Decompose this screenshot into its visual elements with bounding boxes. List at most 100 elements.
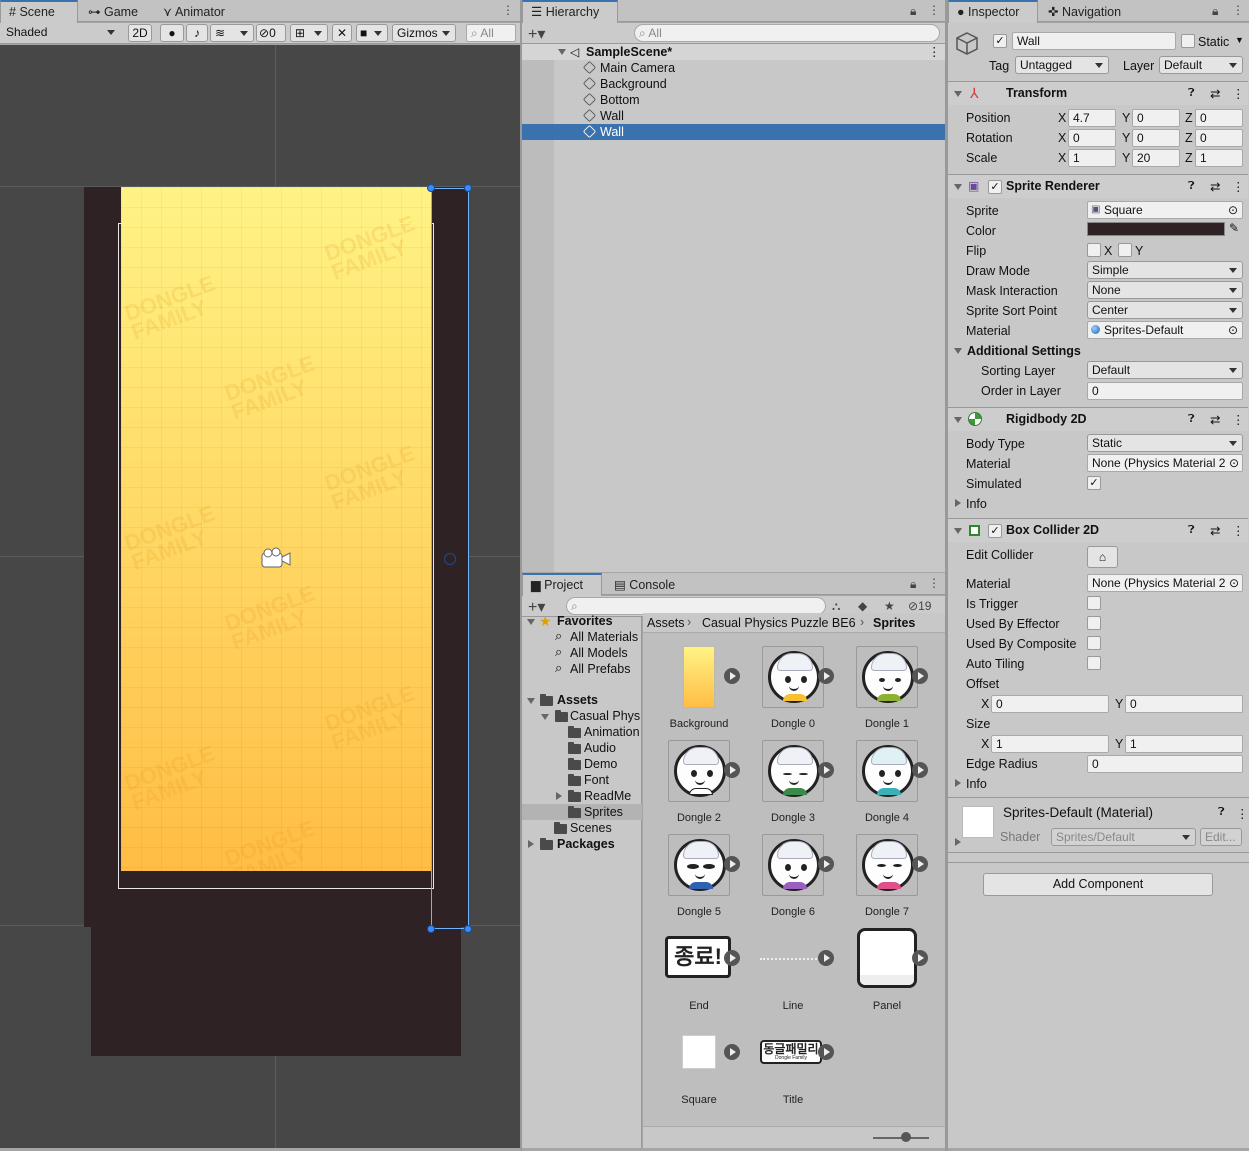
favorite-item[interactable]: All Prefabs bbox=[570, 662, 630, 676]
help-icon[interactable]: ❓︎ bbox=[1188, 524, 1195, 537]
used-by-effector-checkbox[interactable] bbox=[1087, 616, 1101, 630]
tree-folder[interactable]: Demo bbox=[584, 757, 617, 771]
rb-info-foldout[interactable]: Info bbox=[966, 497, 987, 511]
play-icon[interactable] bbox=[724, 762, 740, 778]
more-menu-icon[interactable]: ⋮ bbox=[928, 3, 940, 17]
gizmos-dropdown[interactable]: Gizmos bbox=[392, 24, 456, 42]
asset-line[interactable]: Line bbox=[746, 926, 840, 1018]
play-icon[interactable] bbox=[818, 762, 834, 778]
hidden-packages-toggle[interactable]: ⊘19 bbox=[908, 599, 931, 613]
scale-y-input[interactable]: 20 bbox=[1132, 149, 1180, 167]
play-icon[interactable] bbox=[818, 950, 834, 966]
rotation-x-input[interactable]: 0 bbox=[1068, 129, 1116, 147]
tab-scene[interactable]: # Scene bbox=[0, 0, 78, 23]
left-wall-sprite[interactable] bbox=[84, 187, 121, 927]
asset-panel[interactable]: Panel bbox=[840, 926, 934, 1018]
sort-point-dropdown[interactable]: Center bbox=[1087, 301, 1243, 319]
shader-edit-button[interactable]: Edit... bbox=[1200, 828, 1242, 846]
collapsed-arrow-icon[interactable] bbox=[955, 838, 961, 846]
sprite-renderer-header[interactable]: ▣ ✓ Sprite Renderer ❓︎ ⇄ ⋮ bbox=[948, 174, 1248, 198]
size-x-input[interactable]: 1 bbox=[991, 735, 1109, 753]
shader-dropdown[interactable]: Sprites/Default bbox=[1051, 828, 1196, 846]
collapsed-arrow-icon[interactable] bbox=[955, 779, 961, 787]
play-icon[interactable] bbox=[912, 950, 928, 966]
lighting-toggle-icon[interactable]: ● bbox=[160, 24, 184, 42]
asset-dongle-1[interactable]: Dongle 1 bbox=[840, 644, 934, 736]
hierarchy-item-background[interactable]: Background bbox=[522, 76, 945, 92]
asset-background[interactable]: Background bbox=[652, 644, 746, 736]
search-by-type-icon[interactable]: ⛬ bbox=[832, 599, 840, 614]
asset-dongle-0[interactable]: Dongle 0 bbox=[746, 644, 840, 736]
box-collider-enabled-checkbox[interactable]: ✓ bbox=[988, 524, 1002, 538]
more-menu-icon[interactable]: ⋮ bbox=[928, 44, 941, 60]
more-menu-icon[interactable]: ⋮ bbox=[1236, 806, 1249, 821]
auto-tiling-checkbox[interactable] bbox=[1087, 656, 1101, 670]
scene-view[interactable]: DONGLE FAMILY DONGLE FAMILY DONGLE FAMIL… bbox=[0, 45, 520, 1148]
lock-icon[interactable]: 🔒︎ bbox=[910, 577, 916, 592]
2d-toggle-button[interactable]: 2D bbox=[128, 24, 152, 42]
is-trigger-checkbox[interactable] bbox=[1087, 596, 1101, 610]
object-name-input[interactable]: Wall bbox=[1012, 32, 1176, 50]
favorite-item[interactable]: All Models bbox=[570, 646, 628, 660]
play-icon[interactable] bbox=[818, 668, 834, 684]
pivot-handle[interactable] bbox=[444, 553, 456, 565]
material-object-field[interactable]: Sprites-Default ⊙ bbox=[1087, 321, 1243, 339]
edit-collider-button[interactable]: ⌂ bbox=[1087, 546, 1118, 568]
tree-folder[interactable]: Audio bbox=[584, 741, 616, 755]
eyedropper-icon[interactable]: ✎ bbox=[1229, 221, 1239, 235]
scene-search-input[interactable]: ⌕ All bbox=[466, 24, 516, 42]
expand-arrow-icon[interactable] bbox=[558, 49, 566, 55]
play-icon[interactable] bbox=[724, 1044, 740, 1060]
scale-x-input[interactable]: 1 bbox=[1068, 149, 1116, 167]
rect-handle[interactable] bbox=[427, 925, 435, 933]
grid-snap-dropdown-icon[interactable]: ⊞ bbox=[290, 24, 328, 42]
tree-folder[interactable]: Font bbox=[584, 773, 609, 787]
zoom-slider-thumb[interactable] bbox=[901, 1132, 911, 1142]
tree-folder[interactable]: Casual Phys bbox=[570, 709, 640, 723]
play-icon[interactable] bbox=[912, 762, 928, 778]
tree-folder[interactable]: ReadMe bbox=[584, 789, 631, 803]
more-menu-icon[interactable]: ⋮ bbox=[928, 576, 940, 590]
order-in-layer-input[interactable]: 0 bbox=[1087, 382, 1243, 400]
mask-interaction-dropdown[interactable]: None bbox=[1087, 281, 1243, 299]
play-icon[interactable] bbox=[724, 950, 740, 966]
expand-arrow-icon[interactable] bbox=[541, 714, 549, 720]
breadcrumb-item[interactable]: Casual Physics Puzzle BE6 bbox=[702, 616, 856, 630]
tab-project[interactable]: ▆ Project bbox=[522, 573, 602, 596]
object-picker-icon[interactable]: ⊙ bbox=[1228, 202, 1238, 218]
hierarchy-item-wall[interactable]: Wall bbox=[522, 108, 945, 124]
offset-x-input[interactable]: 0 bbox=[991, 695, 1109, 713]
more-menu-icon[interactable]: ⋮ bbox=[1232, 86, 1245, 101]
tree-folder-selected[interactable]: Sprites bbox=[584, 805, 623, 819]
expand-arrow-icon[interactable] bbox=[954, 184, 962, 190]
tools-icon[interactable]: ✕ bbox=[332, 24, 352, 42]
tree-packages[interactable]: Packages bbox=[557, 837, 615, 851]
more-menu-icon[interactable]: ⋮ bbox=[502, 3, 514, 17]
static-checkbox[interactable] bbox=[1181, 34, 1195, 48]
presets-icon[interactable]: ⇄ bbox=[1210, 86, 1220, 101]
asset-dongle-2[interactable]: Dongle 2 bbox=[652, 738, 746, 830]
bc-info-foldout[interactable]: Info bbox=[966, 777, 987, 791]
expand-arrow-icon[interactable] bbox=[954, 348, 962, 354]
asset-title[interactable]: 동글패밀리 Dongle Family Title bbox=[746, 1020, 840, 1112]
transform-header[interactable]: ⅄ Transform ❓︎ ⇄ ⋮ bbox=[948, 81, 1248, 105]
used-by-composite-checkbox[interactable] bbox=[1087, 636, 1101, 650]
collapsed-arrow-icon[interactable] bbox=[955, 499, 961, 507]
flip-y-checkbox[interactable] bbox=[1118, 243, 1132, 257]
sprite-object-field[interactable]: ▣ Square ⊙ bbox=[1087, 201, 1243, 219]
body-type-dropdown[interactable]: Static bbox=[1087, 434, 1243, 452]
position-y-input[interactable]: 0 bbox=[1132, 109, 1180, 127]
rigidbody2d-header[interactable]: Rigidbody 2D ❓︎ ⇄ ⋮ bbox=[948, 407, 1248, 431]
scene-root-item[interactable]: ◁ SampleScene* ⋮ bbox=[522, 44, 945, 60]
hierarchy-item-bottom[interactable]: Bottom bbox=[522, 92, 945, 108]
hierarchy-search-input[interactable]: ⌕ All bbox=[634, 24, 940, 42]
more-menu-icon[interactable]: ⋮ bbox=[1232, 412, 1245, 427]
rotation-z-input[interactable]: 0 bbox=[1195, 129, 1243, 147]
collapsed-arrow-icon[interactable] bbox=[556, 792, 562, 800]
tab-game[interactable]: ⊶ Game bbox=[80, 0, 146, 23]
lock-icon[interactable]: 🔒︎ bbox=[1212, 4, 1218, 19]
scale-z-input[interactable]: 1 bbox=[1195, 149, 1243, 167]
rect-handle[interactable] bbox=[427, 184, 435, 192]
layer-dropdown[interactable]: Default bbox=[1159, 56, 1243, 74]
help-icon[interactable]: ❓︎ bbox=[1218, 806, 1225, 819]
